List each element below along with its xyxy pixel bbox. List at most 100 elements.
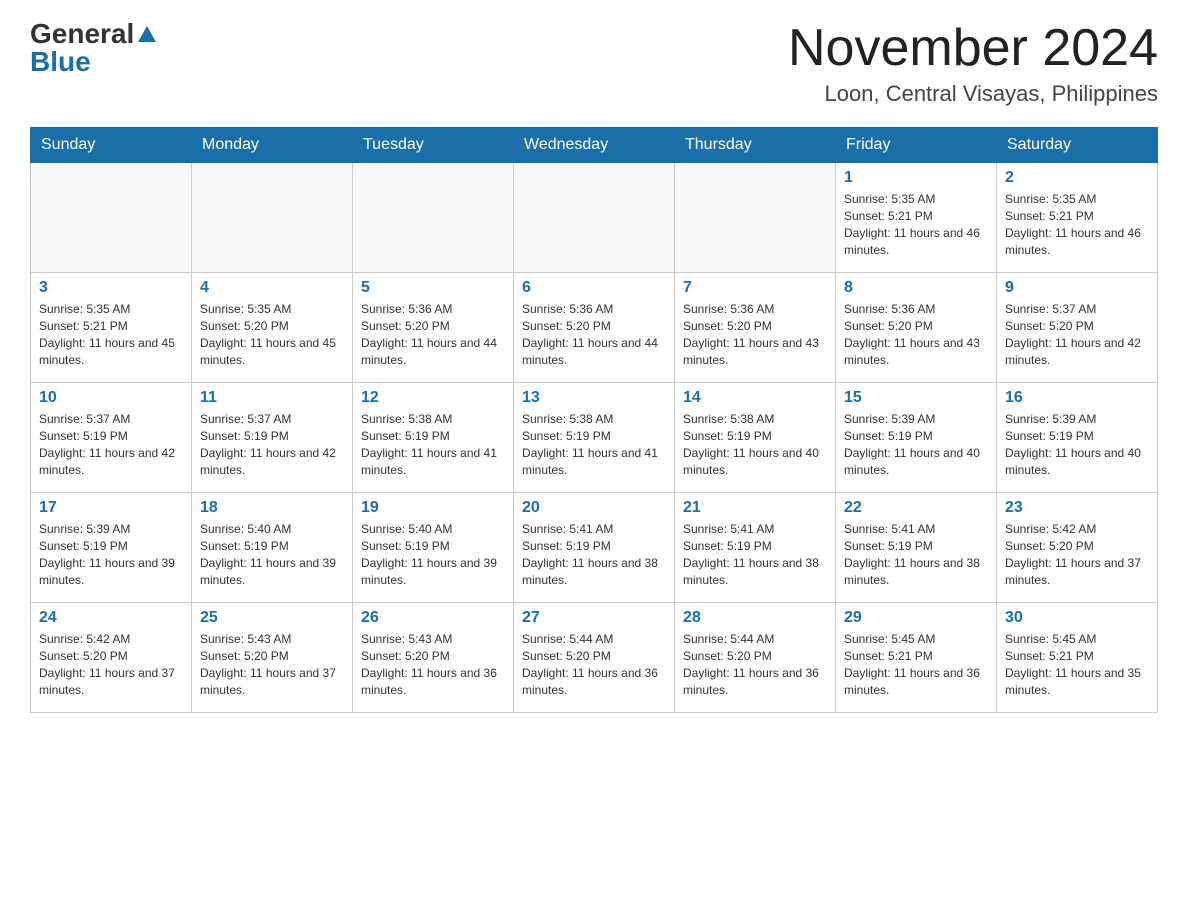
- day-info: Sunrise: 5:40 AMSunset: 5:19 PMDaylight:…: [200, 521, 344, 588]
- calendar-cell: 29Sunrise: 5:45 AMSunset: 5:21 PMDayligh…: [836, 603, 997, 713]
- title-section: November 2024 Loon, Central Visayas, Phi…: [788, 20, 1158, 107]
- day-number: 22: [844, 499, 988, 517]
- calendar-cell: 19 Sunrise: 5:40 AMSunset: 5:19 PMDayligh…: [353, 493, 514, 603]
- day-info: Sunrise: 5:45 AMSunset: 5:21 PMDaylight:…: [1005, 631, 1149, 698]
- calendar-cell: 10 Sunrise: 5:37 AMSunset: 5:19 PMDayligh…: [31, 383, 192, 493]
- day-number: 8: [844, 279, 988, 297]
- weekday-header-saturday: Saturday: [997, 128, 1158, 163]
- day-number: 5: [361, 279, 505, 297]
- calendar-week-4: 17Sunrise: 5:39 AMSunset: 5:19 PMDayligh…: [31, 493, 1158, 603]
- calendar-cell: 9 Sunrise: 5:37 AMSunset: 5:20 PMDaylight…: [997, 273, 1158, 383]
- calendar-cell: 6 Sunrise: 5:36 AMSunset: 5:20 PMDaylight…: [514, 273, 675, 383]
- day-info: Sunrise: 5:44 AMSunset: 5:20 PMDaylight:…: [522, 631, 666, 698]
- day-info: Sunrise: 5:35 AMSunset: 5:21 PMDaylight:…: [844, 191, 988, 258]
- day-info: Sunrise: 5:37 AMSunset: 5:19 PMDaylight:…: [200, 411, 344, 478]
- day-info: Sunrise: 5:41 AMSunset: 5:19 PMDaylight:…: [683, 521, 827, 588]
- weekday-header-monday: Monday: [192, 128, 353, 163]
- calendar-cell: 1 Sunrise: 5:35 AMSunset: 5:21 PMDaylight…: [836, 163, 997, 273]
- weekday-header-friday: Friday: [836, 128, 997, 163]
- calendar-cell: 24Sunrise: 5:42 AMSunset: 5:20 PMDayligh…: [31, 603, 192, 713]
- calendar-week-5: 24Sunrise: 5:42 AMSunset: 5:20 PMDayligh…: [31, 603, 1158, 713]
- day-number: 11: [200, 389, 344, 407]
- day-info: Sunrise: 5:39 AMSunset: 5:19 PMDaylight:…: [1005, 411, 1149, 478]
- day-number: 25: [200, 609, 344, 627]
- day-number: 16: [1005, 389, 1149, 407]
- day-info: Sunrise: 5:41 AMSunset: 5:19 PMDaylight:…: [522, 521, 666, 588]
- day-number: 28: [683, 609, 827, 627]
- calendar-week-2: 3Sunrise: 5:35 AMSunset: 5:21 PMDaylight…: [31, 273, 1158, 383]
- calendar-cell: 22 Sunrise: 5:41 AMSunset: 5:19 PMDayligh…: [836, 493, 997, 603]
- day-info: Sunrise: 5:37 AMSunset: 5:19 PMDaylight:…: [39, 411, 183, 478]
- day-info: Sunrise: 5:36 AMSunset: 5:20 PMDaylight:…: [361, 301, 505, 368]
- day-info: Sunrise: 5:36 AMSunset: 5:20 PMDaylight:…: [844, 301, 988, 368]
- calendar-cell: [192, 163, 353, 273]
- weekday-header-sunday: Sunday: [31, 128, 192, 163]
- calendar-cell: 30 Sunrise: 5:45 AMSunset: 5:21 PMDayligh…: [997, 603, 1158, 713]
- calendar-cell: 8 Sunrise: 5:36 AMSunset: 5:20 PMDaylight…: [836, 273, 997, 383]
- calendar-cell: 20 Sunrise: 5:41 AMSunset: 5:19 PMDayligh…: [514, 493, 675, 603]
- day-number: 10: [39, 389, 183, 407]
- day-number: 9: [1005, 279, 1149, 297]
- calendar-cell: [675, 163, 836, 273]
- day-info: Sunrise: 5:39 AMSunset: 5:19 PMDaylight:…: [844, 411, 988, 478]
- logo-blue-text: Blue: [30, 48, 91, 76]
- day-info: Sunrise: 5:40 AMSunset: 5:19 PMDaylight:…: [361, 521, 505, 588]
- calendar-cell: 28 Sunrise: 5:44 AMSunset: 5:20 PMDayligh…: [675, 603, 836, 713]
- weekday-header-thursday: Thursday: [675, 128, 836, 163]
- day-number: 6: [522, 279, 666, 297]
- location-text: Loon, Central Visayas, Philippines: [788, 81, 1158, 107]
- calendar-cell: 2 Sunrise: 5:35 AMSunset: 5:21 PMDaylight…: [997, 163, 1158, 273]
- calendar-body: 1 Sunrise: 5:35 AMSunset: 5:21 PMDaylight…: [31, 163, 1158, 713]
- day-info: Sunrise: 5:38 AMSunset: 5:19 PMDaylight:…: [683, 411, 827, 478]
- day-info: Sunrise: 5:35 AMSunset: 5:21 PMDaylight:…: [1005, 191, 1149, 258]
- day-number: 24: [39, 609, 183, 627]
- day-info: Sunrise: 5:36 AMSunset: 5:20 PMDaylight:…: [522, 301, 666, 368]
- day-number: 27: [522, 609, 666, 627]
- day-number: 29: [844, 609, 988, 627]
- page-header: General Blue November 2024 Loon, Central…: [30, 20, 1158, 107]
- day-info: Sunrise: 5:37 AMSunset: 5:20 PMDaylight:…: [1005, 301, 1149, 368]
- day-number: 15: [844, 389, 988, 407]
- day-number: 26: [361, 609, 505, 627]
- day-number: 18: [200, 499, 344, 517]
- calendar-cell: 15 Sunrise: 5:39 AMSunset: 5:19 PMDayligh…: [836, 383, 997, 493]
- day-number: 2: [1005, 169, 1149, 187]
- calendar-cell: 3Sunrise: 5:35 AMSunset: 5:21 PMDaylight…: [31, 273, 192, 383]
- calendar-cell: 17Sunrise: 5:39 AMSunset: 5:19 PMDayligh…: [31, 493, 192, 603]
- day-info: Sunrise: 5:41 AMSunset: 5:19 PMDaylight:…: [844, 521, 988, 588]
- calendar-cell: 7Sunrise: 5:36 AMSunset: 5:20 PMDaylight…: [675, 273, 836, 383]
- month-title: November 2024: [788, 20, 1158, 77]
- day-number: 1: [844, 169, 988, 187]
- calendar-cell: 12Sunrise: 5:38 AMSunset: 5:19 PMDayligh…: [353, 383, 514, 493]
- day-number: 19: [361, 499, 505, 517]
- calendar-header-row: SundayMondayTuesdayWednesdayThursdayFrid…: [31, 128, 1158, 163]
- calendar-cell: 21 Sunrise: 5:41 AMSunset: 5:19 PMDayligh…: [675, 493, 836, 603]
- day-number: 12: [361, 389, 505, 407]
- day-info: Sunrise: 5:43 AMSunset: 5:20 PMDaylight:…: [361, 631, 505, 698]
- day-info: Sunrise: 5:44 AMSunset: 5:20 PMDaylight:…: [683, 631, 827, 698]
- day-number: 4: [200, 279, 344, 297]
- day-info: Sunrise: 5:43 AMSunset: 5:20 PMDaylight:…: [200, 631, 344, 698]
- day-number: 20: [522, 499, 666, 517]
- calendar-cell: [353, 163, 514, 273]
- calendar-week-1: 1 Sunrise: 5:35 AMSunset: 5:21 PMDaylight…: [31, 163, 1158, 273]
- calendar-week-3: 10 Sunrise: 5:37 AMSunset: 5:19 PMDayligh…: [31, 383, 1158, 493]
- calendar-cell: 27 Sunrise: 5:44 AMSunset: 5:20 PMDayligh…: [514, 603, 675, 713]
- calendar-cell: 11 Sunrise: 5:37 AMSunset: 5:19 PMDayligh…: [192, 383, 353, 493]
- day-number: 30: [1005, 609, 1149, 627]
- day-number: 13: [522, 389, 666, 407]
- calendar-cell: 23Sunrise: 5:42 AMSunset: 5:20 PMDayligh…: [997, 493, 1158, 603]
- calendar-cell: 14Sunrise: 5:38 AMSunset: 5:19 PMDayligh…: [675, 383, 836, 493]
- calendar-cell: 5 Sunrise: 5:36 AMSunset: 5:20 PMDaylight…: [353, 273, 514, 383]
- day-number: 3: [39, 279, 183, 297]
- logo-general-text: General: [30, 20, 134, 48]
- calendar-cell: 18 Sunrise: 5:40 AMSunset: 5:19 PMDayligh…: [192, 493, 353, 603]
- calendar-cell: 25 Sunrise: 5:43 AMSunset: 5:20 PMDayligh…: [192, 603, 353, 713]
- day-info: Sunrise: 5:42 AMSunset: 5:20 PMDaylight:…: [1005, 521, 1149, 588]
- day-number: 21: [683, 499, 827, 517]
- weekday-header-wednesday: Wednesday: [514, 128, 675, 163]
- day-info: Sunrise: 5:38 AMSunset: 5:19 PMDaylight:…: [522, 411, 666, 478]
- logo: General Blue: [30, 20, 156, 76]
- calendar-cell: 4Sunrise: 5:35 AMSunset: 5:20 PMDaylight…: [192, 273, 353, 383]
- calendar-cell: 13 Sunrise: 5:38 AMSunset: 5:19 PMDayligh…: [514, 383, 675, 493]
